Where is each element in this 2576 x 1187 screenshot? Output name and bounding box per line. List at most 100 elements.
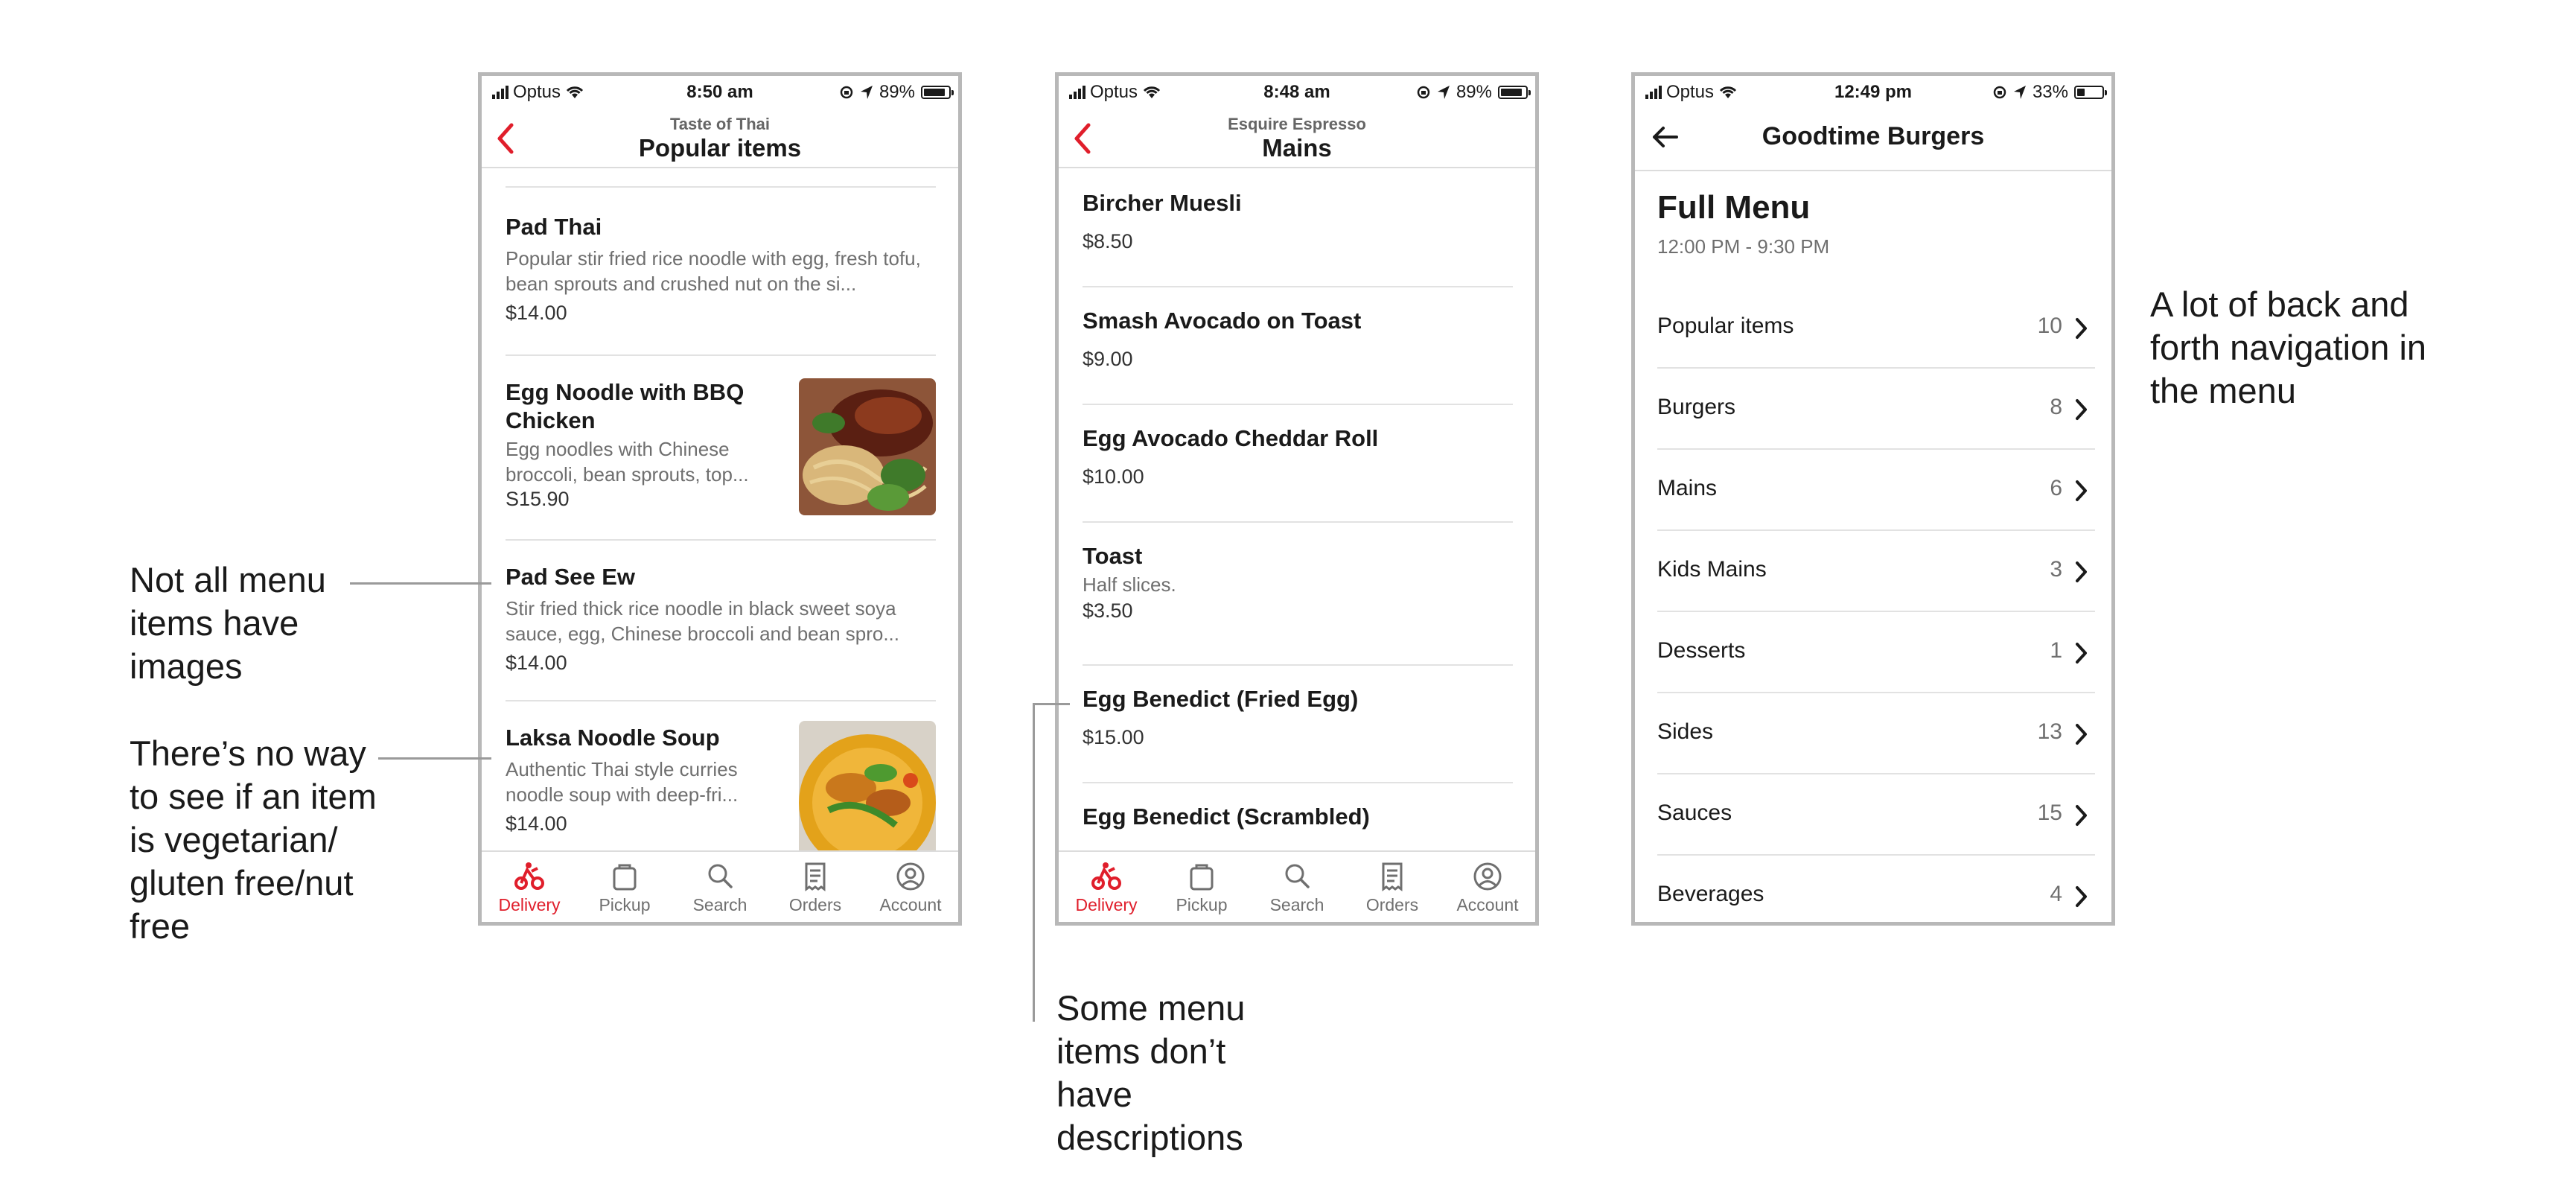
menu-item-list: Bircher Muesli $8.50 Smash Avocado on To… (1059, 170, 1535, 850)
page-title: Goodtime Burgers (1762, 122, 1985, 150)
category-count: 13 (2037, 719, 2062, 744)
category-row[interactable]: Sauces 15 (1657, 775, 2095, 856)
menu-item[interactable]: Smash Avocado on Toast $9.00 (1083, 287, 1513, 405)
menu-item[interactable]: Egg Benedict (Fried Egg) $15.00 (1083, 666, 1513, 783)
status-bar: Optus 8:48 am 89% (1059, 76, 1535, 109)
annotation-images: Not all menu items have images (130, 560, 326, 686)
menu-item-price: $15.00 (1083, 726, 1144, 748)
tab-label: Search (692, 895, 747, 914)
location-icon (860, 86, 873, 99)
menu-hours: 12:00 PM - 9:30 PM (1657, 235, 1830, 258)
tab-orders[interactable]: Orders (1345, 852, 1440, 922)
category-row[interactable]: Desserts 1 (1657, 613, 2095, 693)
menu-item[interactable]: Pad See Ew Stir fried thick rice noodle … (506, 541, 936, 701)
phone-screen-mains: Optus 8:48 am 89% Esquire Espresso Mains… (1055, 72, 1539, 926)
chevron-right-icon (2076, 480, 2087, 501)
receipt-icon (805, 862, 826, 891)
receipt-icon (1382, 862, 1403, 891)
page-title: Popular items (638, 134, 802, 162)
annotation-leader-line (1033, 703, 1070, 705)
menu-item-price: $14.00 (506, 302, 567, 324)
menu-item-name: Egg Noodle with BBQ Chicken (506, 379, 745, 433)
tab-label: Search (1269, 895, 1324, 914)
category-count: 4 (2050, 882, 2062, 906)
tab-orders[interactable]: Orders (768, 852, 863, 922)
category-row[interactable]: Kids Mains 3 (1657, 532, 2095, 612)
rotation-lock-icon (840, 86, 853, 99)
menu-item-name: Smash Avocado on Toast (1083, 308, 1362, 334)
tab-label: Delivery (1075, 895, 1138, 914)
menu-item[interactable]: Egg Noodle with BBQ Chicken Egg noodles … (506, 356, 936, 541)
annotation-navigation: A lot of back and forth navigation in th… (2150, 284, 2427, 410)
battery-percent: 89% (1456, 82, 1492, 102)
menu-item[interactable]: Bircher Muesli $8.50 (1083, 170, 1513, 287)
tab-label: Pickup (599, 895, 651, 914)
menu-item-name: Egg Avocado Cheddar Roll (1083, 425, 1379, 451)
battery-percent: 33% (2032, 82, 2068, 102)
search-icon (708, 864, 733, 888)
category-row[interactable]: Popular items 10 (1657, 288, 2095, 369)
bag-icon (1190, 864, 1214, 891)
tab-bar: Delivery Pickup Search Orders Account (482, 850, 958, 922)
food-photo-laksa (799, 721, 936, 850)
battery-percent: 89% (879, 82, 915, 102)
tab-search[interactable]: Search (672, 852, 768, 922)
menu-item-name: Laksa Noodle Soup (506, 725, 720, 751)
location-icon (2013, 86, 2026, 99)
tab-account[interactable]: Account (863, 852, 958, 922)
category-count: 3 (2050, 557, 2062, 582)
menu-item-description: Half slices. (1083, 573, 1176, 596)
chevron-right-icon (2076, 886, 2087, 907)
menu-item-price: $3.50 (1083, 599, 1133, 622)
menu-item-price: $9.00 (1083, 348, 1133, 370)
tab-search[interactable]: Search (1249, 852, 1345, 922)
menu-item[interactable]: Egg Benedict (Scrambled) (1083, 783, 1513, 850)
category-row[interactable]: Mains 6 (1657, 451, 2095, 531)
menu-item[interactable]: Pad Thai Popular stir fried rice noodle … (506, 188, 936, 356)
category-row[interactable]: Beverages 4 (1657, 856, 2095, 922)
nav-header: Goodtime Burgers (1635, 109, 2111, 171)
category-name: Desserts (1657, 638, 1746, 663)
category-row[interactable]: Sides 13 (1657, 694, 2095, 774)
menu-item-description: Stir fried thick rice noodle in black sw… (506, 597, 900, 645)
chevron-right-icon (2076, 643, 2087, 663)
nav-header: Taste of Thai Popular items (482, 109, 958, 168)
chevron-right-icon (2076, 561, 2087, 582)
tab-delivery[interactable]: Delivery (482, 852, 577, 922)
menu-item-name: Pad Thai (506, 214, 602, 240)
tab-pickup[interactable]: Pickup (577, 852, 672, 922)
tab-account[interactable]: Account (1440, 852, 1535, 922)
nav-header: Esquire Espresso Mains (1059, 109, 1535, 168)
menu-item-description: Authentic Thai style curries noodle soup… (506, 758, 739, 806)
menu-item[interactable]: Laksa Noodle Soup Authentic Thai style c… (506, 701, 936, 850)
category-row[interactable]: Burgers 8 (1657, 369, 2095, 450)
rotation-lock-icon (1417, 86, 1430, 99)
category-count: 6 (2050, 476, 2062, 500)
menu-item[interactable]: Egg Avocado Cheddar Roll $10.00 (1083, 405, 1513, 523)
tab-label: Orders (788, 895, 842, 914)
category-name: Kids Mains (1657, 557, 1767, 582)
bag-icon (613, 864, 637, 891)
chevron-right-icon (2076, 805, 2087, 826)
menu-item-price: $10.00 (1083, 465, 1144, 488)
tab-label: Account (879, 895, 942, 914)
phone-screen-popular-items: Optus 8:50 am 89% Taste of Thai Popular … (478, 72, 962, 926)
location-icon (1437, 86, 1450, 99)
menu-item-name: Egg Benedict (Fried Egg) (1083, 686, 1359, 712)
tab-delivery[interactable]: Delivery (1059, 852, 1154, 922)
food-photo-bbq-chicken (799, 378, 936, 515)
category-count: 15 (2037, 801, 2062, 825)
menu-item[interactable]: Toast Half slices. $3.50 (1083, 523, 1513, 666)
category-count: 1 (2050, 638, 2062, 663)
menu-heading: Full Menu (1657, 189, 1811, 226)
search-icon (1285, 864, 1310, 888)
account-icon (896, 862, 925, 891)
category-name: Sauces (1657, 801, 1732, 825)
menu-item-price: $14.00 (506, 652, 567, 674)
tab-bar: Delivery Pickup Search Orders Account (1059, 850, 1535, 922)
menu-item-description: Egg noodles with Chinese broccoli, bean … (506, 438, 749, 486)
delivery-icon (1091, 862, 1121, 890)
delivery-icon (514, 862, 544, 890)
status-bar: Optus 12:49 pm 33% (1635, 76, 2111, 109)
tab-pickup[interactable]: Pickup (1154, 852, 1249, 922)
